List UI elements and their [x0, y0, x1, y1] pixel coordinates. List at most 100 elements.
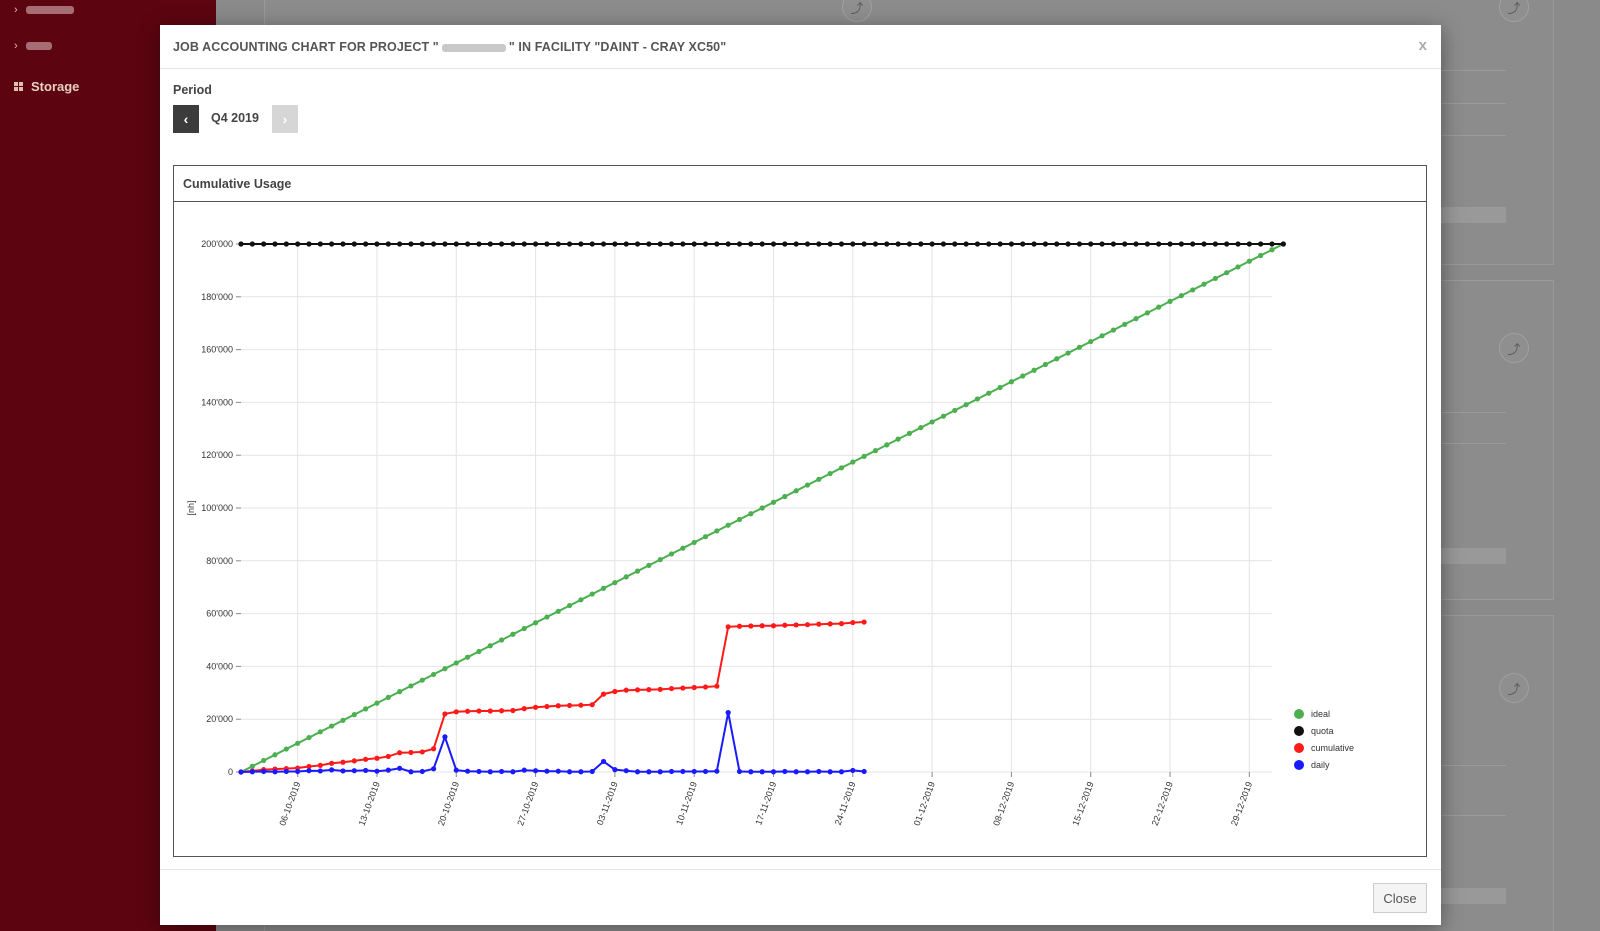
point-quota	[861, 241, 867, 247]
point-ideal	[249, 763, 255, 769]
sidebar-item-1[interactable]: ›	[14, 4, 74, 16]
point-cumulative	[442, 711, 448, 717]
point-ideal	[634, 568, 641, 574]
point-ideal	[850, 459, 856, 465]
point-quota	[1224, 241, 1230, 247]
close-icon[interactable]: x	[1419, 37, 1427, 54]
point-daily	[793, 769, 799, 775]
next-period-button[interactable]: ›	[272, 105, 298, 133]
point-daily	[759, 769, 765, 775]
x-tick-label: 27-10-2019	[515, 780, 540, 827]
modal-title: JOB ACCOUNTING CHART FOR PROJECT " " IN F…	[173, 40, 726, 54]
point-cumulative	[464, 708, 471, 714]
point-cumulative	[861, 619, 867, 625]
point-ideal	[861, 453, 867, 459]
point-quota	[963, 241, 969, 247]
sidebar-item-label	[25, 6, 74, 14]
point-ideal	[736, 516, 743, 523]
point-cumulative	[725, 624, 731, 630]
point-ideal	[1156, 304, 1162, 310]
chart-icon[interactable]: ⤴	[1499, 333, 1529, 363]
point-daily	[261, 768, 267, 775]
point-quota	[1269, 241, 1275, 247]
point-daily	[476, 768, 482, 775]
point-daily	[657, 769, 663, 775]
point-ideal	[1235, 264, 1241, 270]
point-daily	[329, 767, 335, 773]
point-quota	[1212, 241, 1218, 247]
point-quota	[464, 241, 471, 247]
point-ideal	[510, 631, 516, 637]
previous-period-button[interactable]: ‹	[173, 105, 199, 133]
point-ideal	[725, 522, 731, 528]
point-quota	[872, 241, 879, 247]
point-quota	[1167, 241, 1173, 247]
point-ideal	[578, 597, 584, 603]
point-quota	[759, 241, 765, 247]
point-quota	[419, 241, 425, 247]
point-daily	[691, 768, 697, 775]
point-ideal	[623, 574, 629, 580]
redacted-project-name	[441, 43, 506, 52]
point-daily	[283, 768, 289, 775]
point-quota	[680, 241, 686, 247]
point-quota	[1008, 241, 1015, 247]
point-quota	[736, 241, 743, 247]
period-label: Period	[173, 83, 212, 97]
point-daily	[419, 768, 425, 775]
point-quota	[952, 241, 958, 247]
point-cumulative	[827, 621, 833, 627]
point-daily	[668, 768, 675, 775]
point-cumulative	[532, 704, 539, 710]
chart-icon[interactable]: ⤴	[1499, 673, 1529, 703]
sidebar-item-label	[25, 42, 52, 50]
point-ideal	[1212, 275, 1218, 282]
x-tick-label: 29-12-2019	[1229, 780, 1254, 827]
point-ideal	[793, 488, 799, 494]
point-quota	[306, 241, 312, 247]
cumulative-usage-panel: Cumulative Usage 0 20'000 40'000 60'000 80'0…	[173, 165, 1427, 857]
point-ideal	[986, 390, 992, 396]
point-ideal	[317, 729, 323, 735]
point-ideal	[261, 757, 267, 764]
point-quota	[1076, 241, 1082, 247]
point-quota	[487, 241, 493, 247]
point-ideal	[929, 419, 935, 425]
point-daily	[725, 710, 731, 716]
legend-label-quota: quota	[1311, 726, 1334, 736]
point-quota	[623, 241, 629, 247]
point-quota	[748, 241, 754, 247]
point-quota	[521, 241, 527, 247]
point-quota	[1246, 241, 1252, 247]
point-daily	[510, 769, 516, 775]
point-quota	[578, 241, 584, 247]
point-quota	[816, 241, 822, 247]
sidebar-item-storage[interactable]: Storage	[14, 79, 79, 94]
point-daily	[385, 767, 391, 773]
point-daily	[544, 768, 550, 774]
x-tick-label: 20-10-2019	[436, 780, 461, 827]
point-quota	[770, 241, 777, 247]
point-ideal	[1110, 327, 1116, 333]
point-daily	[782, 768, 788, 775]
point-daily	[351, 768, 357, 774]
point-daily	[646, 769, 652, 775]
point-ideal	[600, 585, 607, 591]
sidebar-item-2[interactable]: ›	[14, 40, 52, 52]
point-quota	[668, 241, 675, 247]
point-ideal	[521, 625, 527, 632]
x-tick-label: 10-11-2019	[674, 780, 699, 826]
point-cumulative	[770, 623, 777, 629]
point-daily	[816, 768, 822, 775]
point-daily	[748, 769, 754, 775]
point-ideal	[351, 712, 357, 718]
point-quota	[351, 241, 357, 247]
point-cumulative	[408, 749, 414, 756]
point-quota	[442, 241, 448, 247]
point-cumulative	[736, 623, 743, 629]
point-quota	[261, 241, 267, 247]
point-quota	[272, 241, 278, 247]
point-daily	[442, 734, 448, 740]
point-ideal	[1133, 316, 1139, 322]
close-button[interactable]: Close	[1373, 883, 1427, 913]
